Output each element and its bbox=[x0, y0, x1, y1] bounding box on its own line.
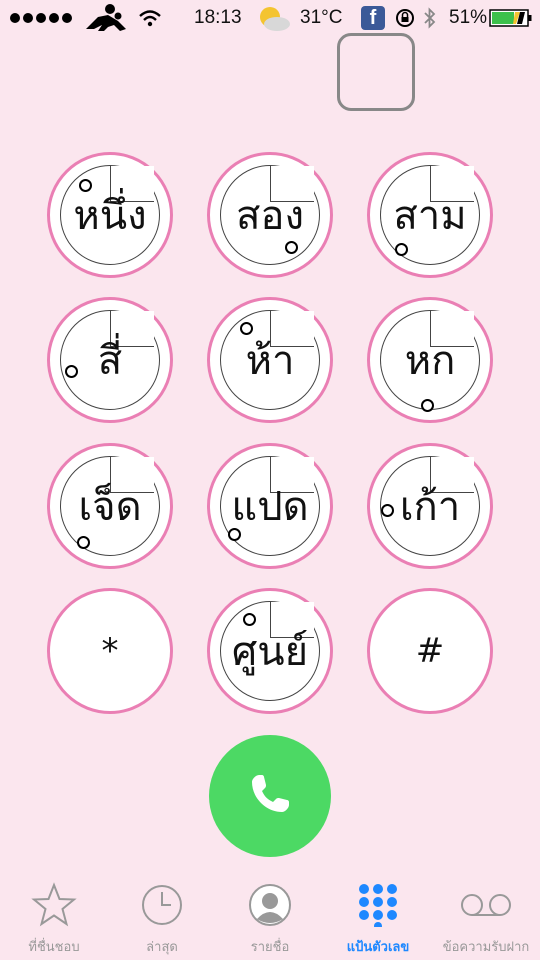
tab-label: รายชื่อ bbox=[250, 940, 290, 955]
signal-dots-icon bbox=[10, 0, 72, 36]
status-bar: 18:13 31°C f 51% bbox=[0, 0, 540, 36]
key-dot bbox=[421, 399, 434, 412]
voicemail-icon bbox=[458, 876, 514, 934]
key-label: หก bbox=[404, 338, 456, 384]
phone-icon bbox=[246, 770, 294, 822]
key-2[interactable]: สอง bbox=[207, 152, 333, 278]
key-label: ห้า bbox=[245, 338, 295, 384]
key-label: สี่ bbox=[97, 338, 123, 384]
key-0[interactable]: ศูนย์ bbox=[207, 588, 333, 714]
facebook-icon: f bbox=[361, 0, 385, 36]
key-6[interactable]: หก bbox=[367, 297, 493, 423]
key-3[interactable]: สาม bbox=[367, 152, 493, 278]
key-label: สาม bbox=[393, 193, 467, 239]
key-label: หนึ่ง bbox=[73, 193, 147, 239]
number-display bbox=[337, 33, 415, 111]
tab-favorites[interactable]: ที่ชื่นชอบ bbox=[0, 876, 108, 960]
key-label: ศูนย์ bbox=[231, 629, 309, 675]
key-label: เจ็ด bbox=[78, 484, 142, 530]
key-4[interactable]: สี่ bbox=[47, 297, 173, 423]
clock-icon bbox=[140, 876, 184, 934]
key-7[interactable]: เจ็ด bbox=[47, 443, 173, 569]
tab-keypad[interactable]: แป้นตัวเลข bbox=[324, 876, 432, 960]
tab-bar: ที่ชื่นชอบ ล่าสุด รายชื่อ แป้นตัวเลข ข้อ… bbox=[0, 876, 540, 960]
weather-sun-icon bbox=[255, 0, 291, 36]
key-dot bbox=[65, 365, 78, 378]
tab-label: ข้อความรับฝาก bbox=[442, 940, 530, 955]
key-1[interactable]: หนึ่ง bbox=[47, 152, 173, 278]
contact-icon bbox=[248, 876, 292, 934]
key-label: แปด bbox=[231, 484, 309, 530]
rotation-lock-icon bbox=[394, 0, 416, 36]
key-5[interactable]: ห้า bbox=[207, 297, 333, 423]
battery-icon bbox=[489, 0, 533, 36]
key-8[interactable]: แปด bbox=[207, 443, 333, 569]
key-star[interactable]: * bbox=[47, 588, 173, 714]
key-9[interactable]: เก้า bbox=[367, 443, 493, 569]
key-dot bbox=[381, 504, 394, 517]
key-label: สอง bbox=[236, 193, 304, 239]
tab-recents[interactable]: ล่าสุด bbox=[108, 876, 216, 960]
temperature: 31°C bbox=[300, 7, 343, 28]
wifi-icon bbox=[138, 0, 162, 36]
key-label: # bbox=[415, 631, 445, 671]
facebook-glyph: f bbox=[361, 6, 385, 30]
key-label: เก้า bbox=[399, 484, 461, 530]
call-button[interactable] bbox=[209, 735, 331, 857]
keypad-grid-icon bbox=[356, 876, 400, 934]
tab-label: แป้นตัวเลข bbox=[346, 940, 410, 955]
person-pose-icon bbox=[78, 0, 130, 36]
battery-percent: 51% bbox=[449, 7, 488, 28]
key-hash[interactable]: # bbox=[367, 588, 493, 714]
star-icon bbox=[31, 876, 77, 934]
key-label: * bbox=[101, 631, 119, 671]
clock-time: 18:13 bbox=[194, 7, 242, 28]
tab-voicemail[interactable]: ข้อความรับฝาก bbox=[432, 876, 540, 960]
tab-label: ล่าสุด bbox=[146, 940, 178, 955]
tab-contacts[interactable]: รายชื่อ bbox=[216, 876, 324, 960]
tab-label: ที่ชื่นชอบ bbox=[28, 940, 80, 955]
bluetooth-icon bbox=[423, 0, 437, 36]
